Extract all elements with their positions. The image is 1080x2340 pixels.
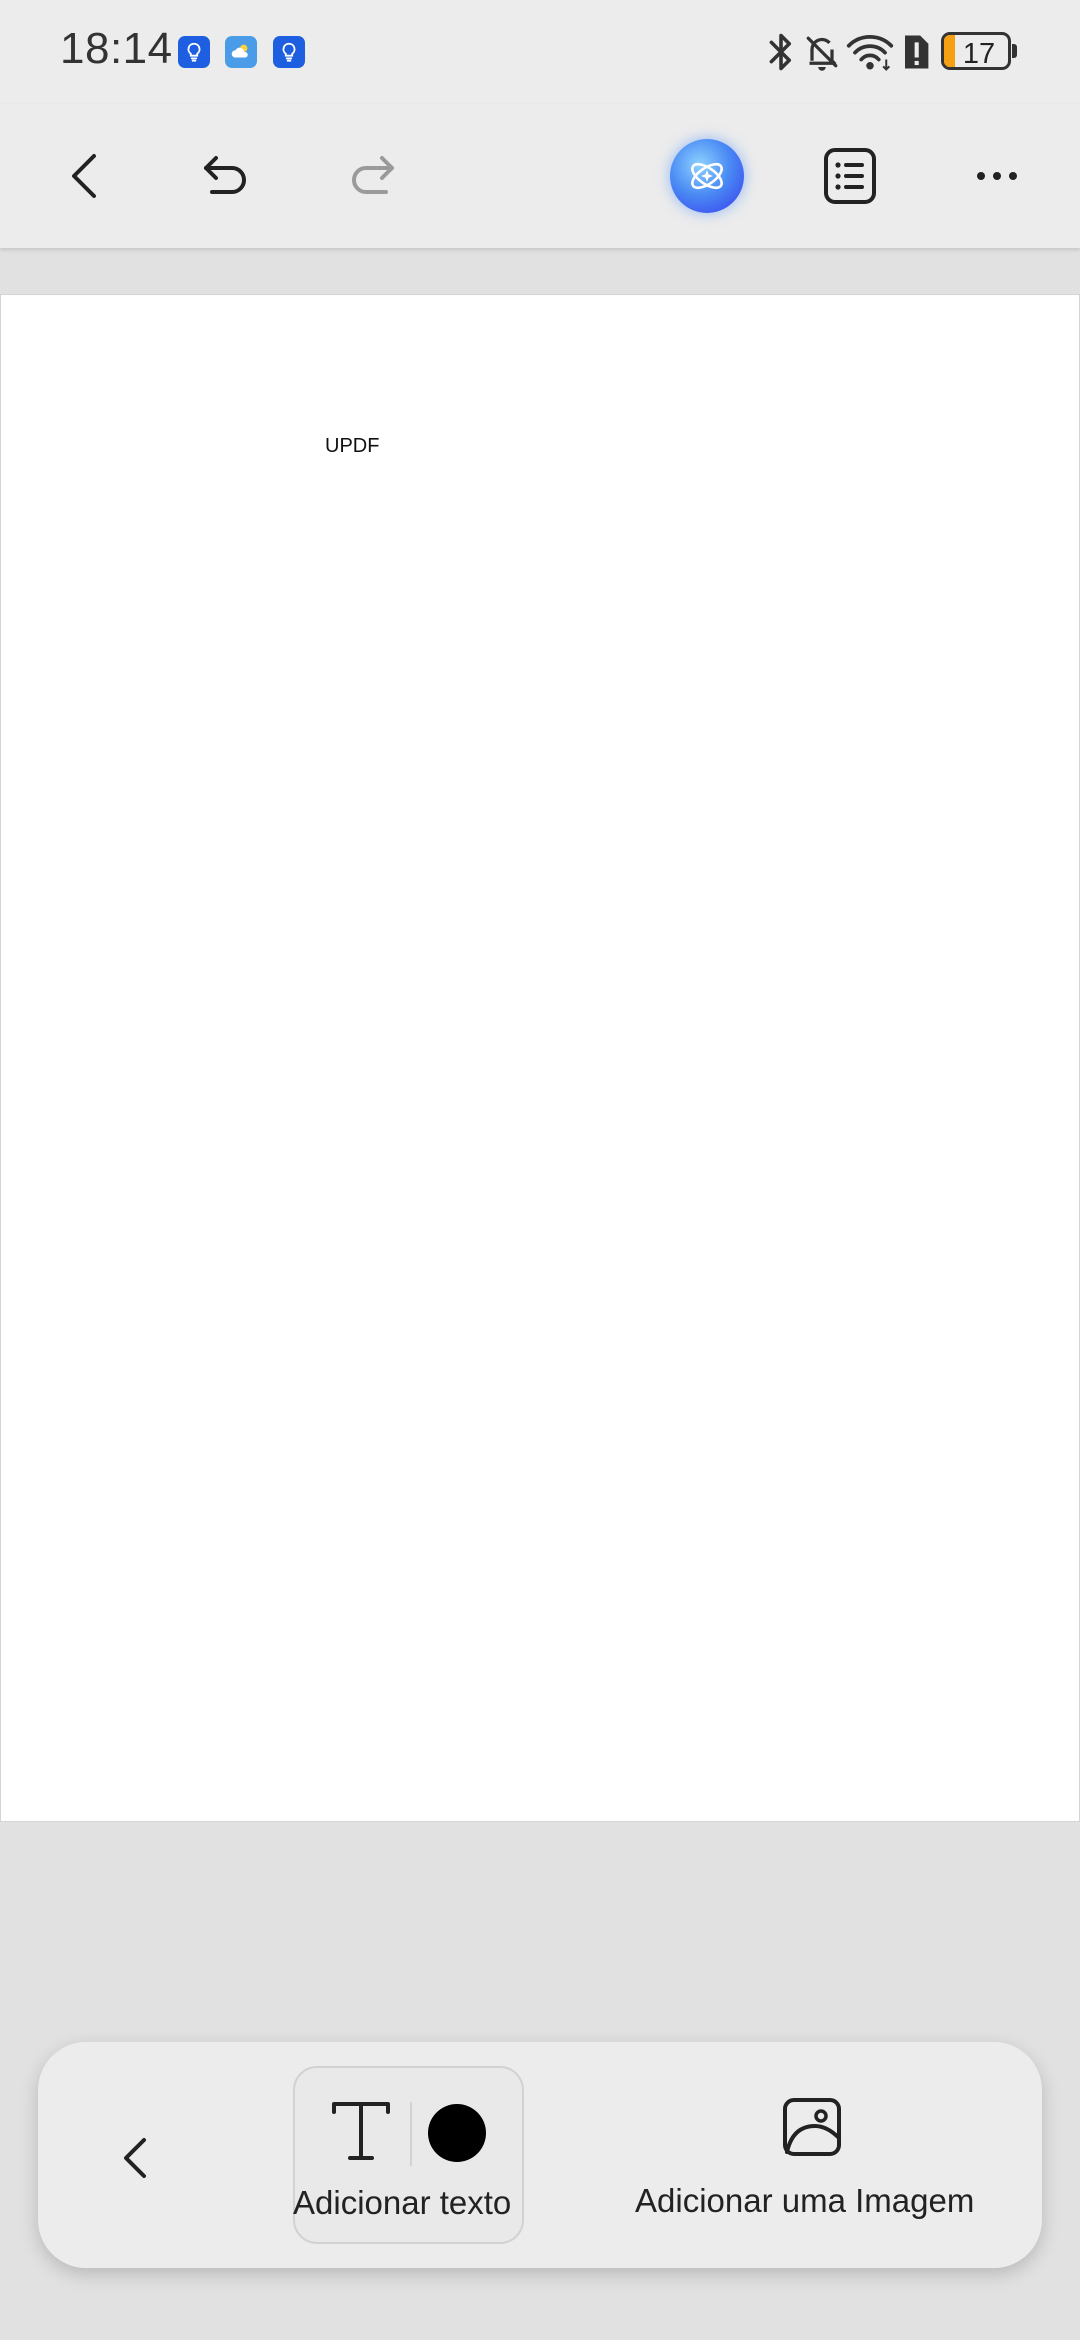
weather-icon [225, 36, 257, 68]
bulb-app-icon [273, 36, 305, 68]
add-image-label: Adicionar uma Imagem [635, 2182, 975, 2219]
edit-tools-panel: Adicionar texto Adicionar uma Imagem [38, 2042, 1042, 2268]
bluetooth-icon [764, 30, 798, 74]
chevron-left-icon [124, 2138, 146, 2178]
add-text-button[interactable]: Adicionar texto [293, 2066, 524, 2244]
image-icon [783, 2098, 841, 2156]
bulb-app-icon [178, 36, 210, 68]
outline-list-icon [824, 148, 876, 204]
add-image-button[interactable]: Adicionar uma Imagem [635, 2096, 999, 2236]
battery-indicator: 17 [941, 32, 1017, 70]
battery-percentage: 17 [962, 38, 996, 70]
redo-button[interactable] [330, 134, 414, 218]
mute-bell-icon [802, 30, 842, 74]
redo-icon [352, 156, 394, 194]
back-button[interactable] [44, 134, 128, 218]
wifi-icon [845, 30, 895, 74]
undo-icon [204, 156, 246, 194]
status-bar: 18:14 17 [0, 0, 1080, 104]
sim-alert-icon [899, 30, 933, 74]
ai-assistant-icon [691, 162, 723, 190]
text-tool-icon [332, 2102, 390, 2160]
text-color-swatch[interactable] [428, 2104, 486, 2162]
back-icon [72, 154, 96, 198]
more-options-button[interactable] [955, 134, 1039, 218]
undo-button[interactable] [184, 134, 268, 218]
ai-assistant-button[interactable] [665, 134, 749, 218]
page-text-block[interactable]: UPDF [325, 435, 379, 458]
clock: 18:14 [60, 24, 173, 73]
document-page[interactable]: UPDF [0, 294, 1080, 1822]
add-text-label: Adicionar texto [293, 2184, 512, 2221]
editor-toolbar [0, 104, 1080, 248]
collapse-panel-button[interactable] [86, 2108, 186, 2208]
outline-list-button[interactable] [808, 134, 892, 218]
more-icon [977, 172, 1017, 180]
